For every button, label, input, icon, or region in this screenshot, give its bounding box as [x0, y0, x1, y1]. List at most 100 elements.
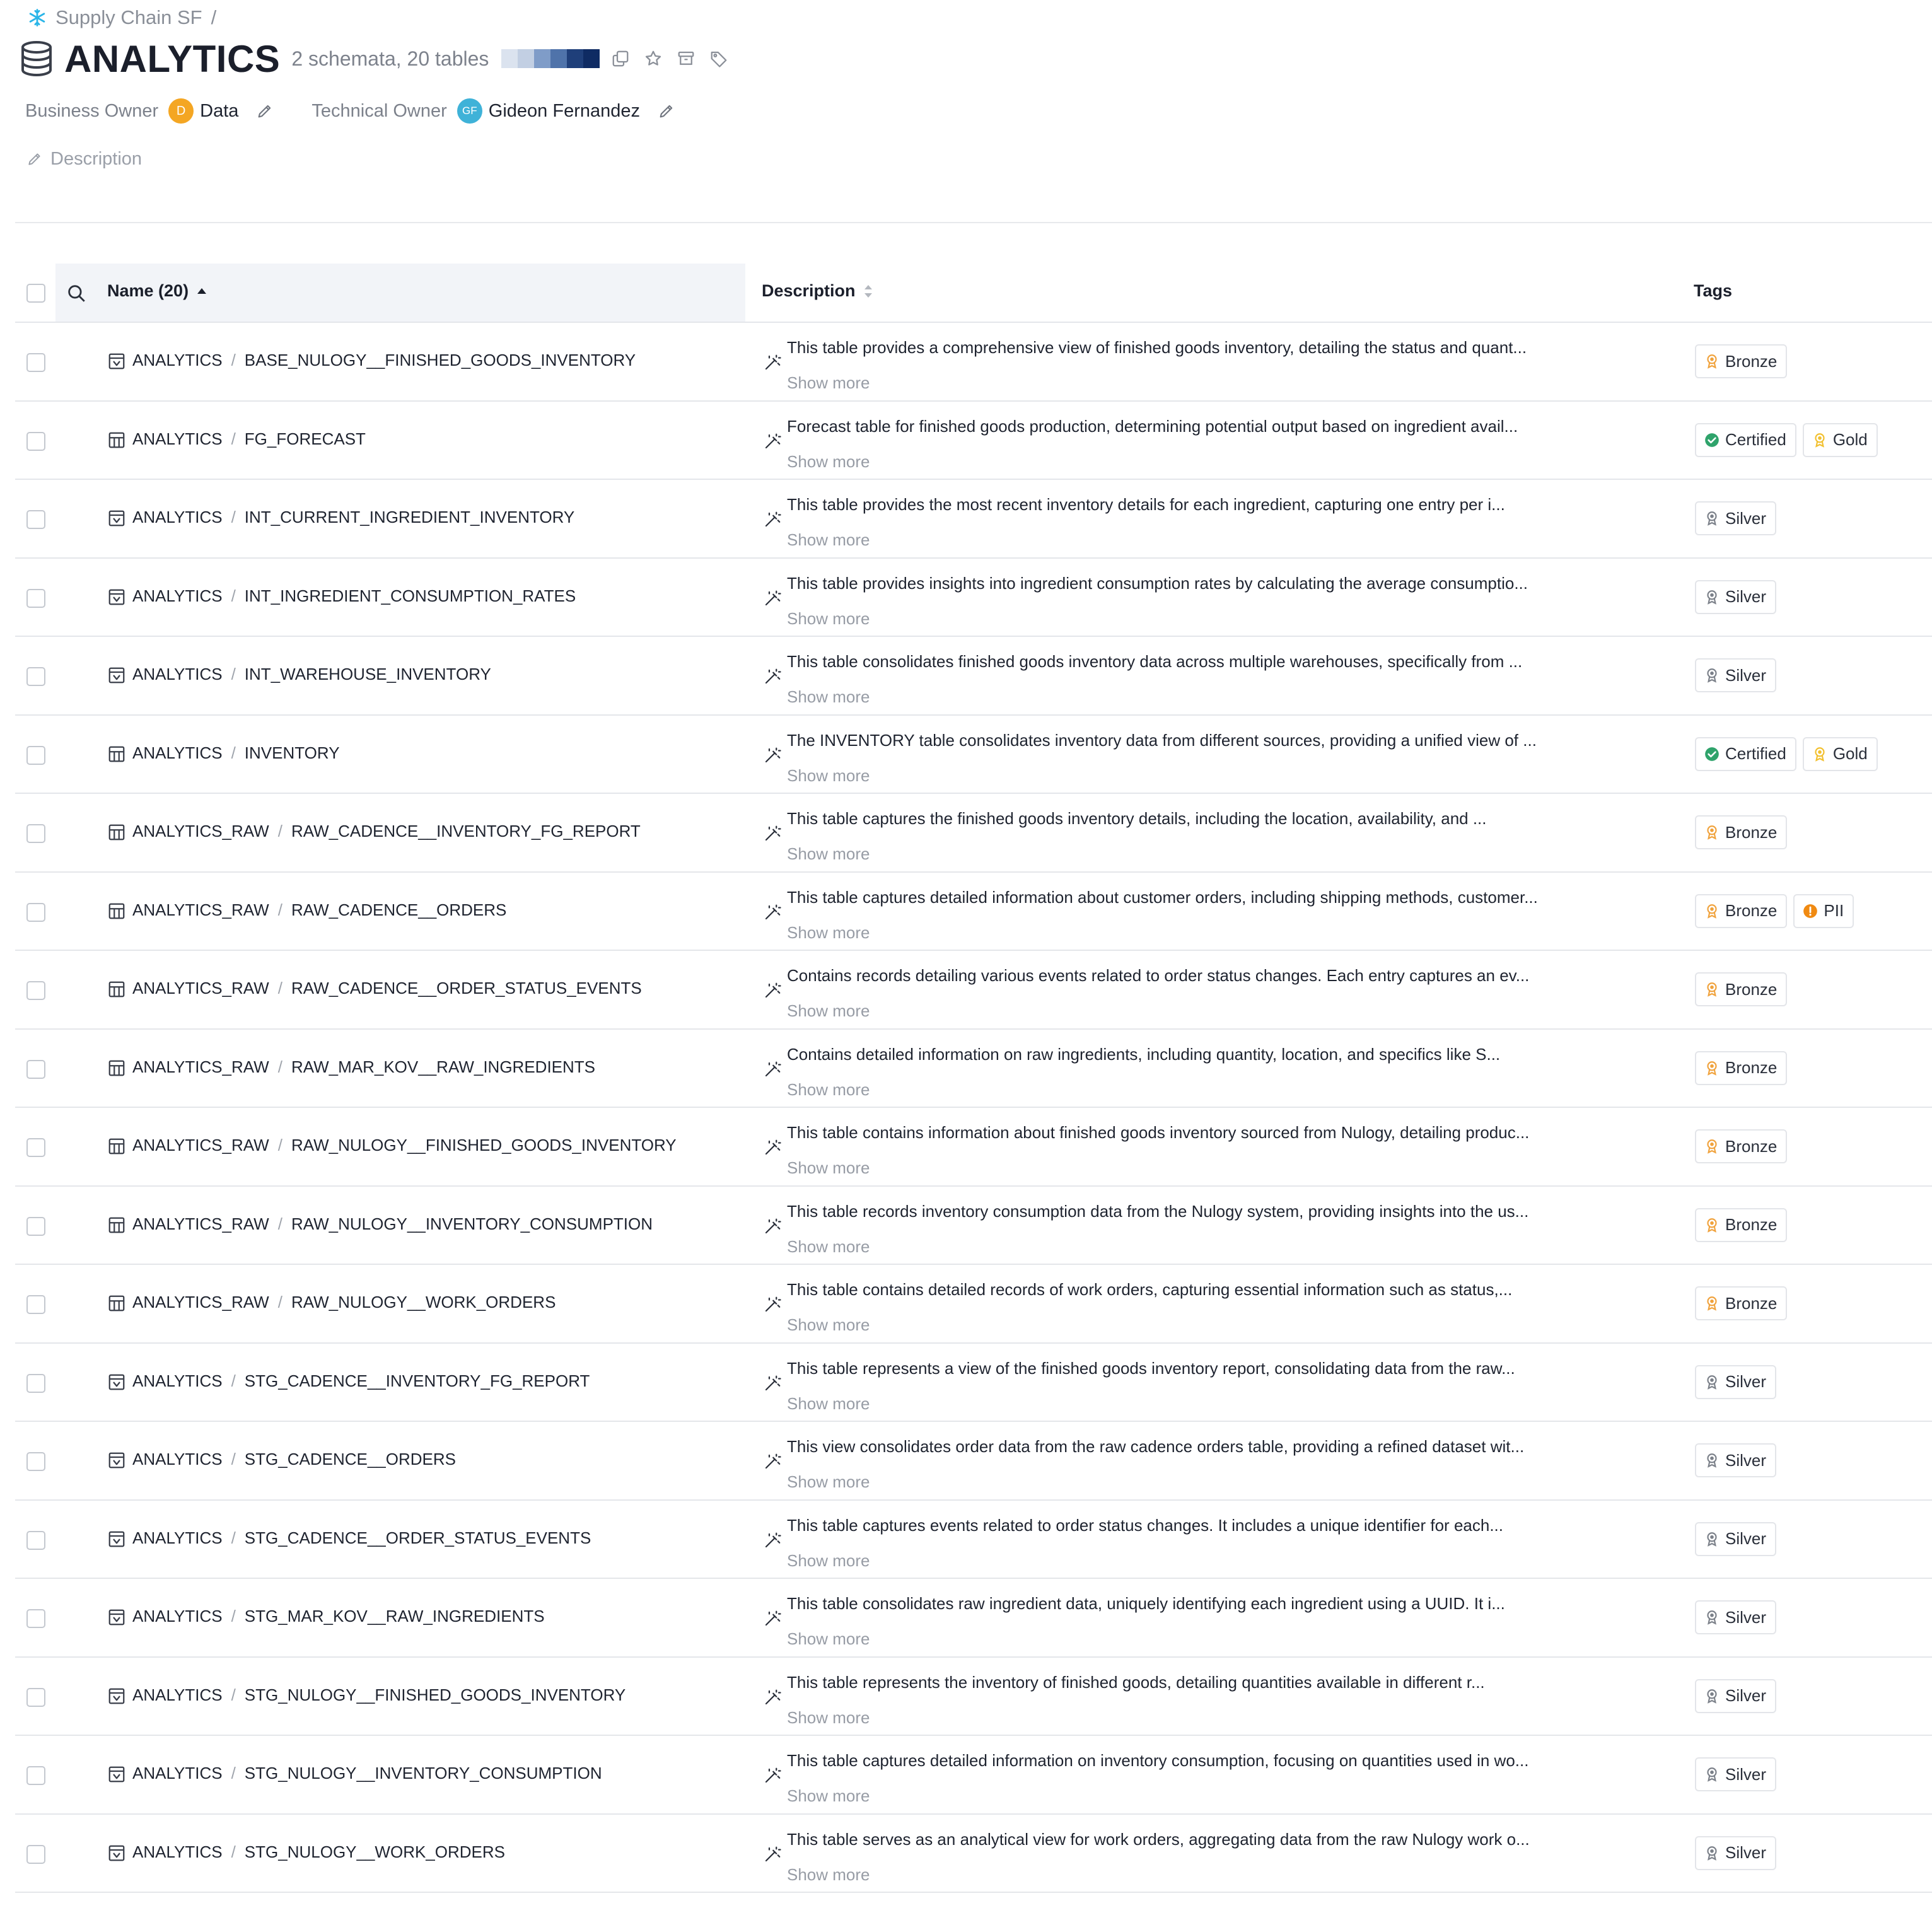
- tag-bronze[interactable]: Bronze: [1695, 1207, 1788, 1242]
- row-checkbox[interactable]: [26, 1452, 45, 1471]
- table-name-link[interactable]: ANALYTICS / STG_NULOGY__INVENTORY_CONSUMPT…: [132, 1764, 602, 1783]
- tag-icon[interactable]: [709, 49, 728, 68]
- show-more-link[interactable]: Show more: [787, 1394, 870, 1414]
- show-more-link[interactable]: Show more: [787, 1551, 870, 1571]
- tag-silver[interactable]: Silver: [1695, 1835, 1777, 1870]
- show-more-link[interactable]: Show more: [787, 844, 870, 864]
- tag-gold[interactable]: Gold: [1802, 422, 1878, 457]
- row-checkbox[interactable]: [26, 1844, 45, 1864]
- table-name-link[interactable]: ANALYTICS / STG_MAR_KOV__RAW_INGREDIENTS: [132, 1607, 545, 1626]
- show-more-link[interactable]: Show more: [787, 1315, 870, 1335]
- table-row[interactable]: ANALYTICS / STG_NULOGY__FINISHED_GOODS_INV…: [15, 1658, 1932, 1736]
- tag-bronze[interactable]: Bronze: [1695, 1129, 1788, 1163]
- tag-bronze[interactable]: Bronze: [1695, 815, 1788, 849]
- table-name-link[interactable]: ANALYTICS_RAW / RAW_MAR_KOV__RAW_INGREDIEN…: [132, 1057, 595, 1077]
- technical-owner-name[interactable]: Gideon Fernandez: [489, 101, 640, 122]
- table-row[interactable]: ANALYTICS / BASE_NULOGY__FINISHED_GOODS_IN…: [15, 323, 1932, 402]
- table-row[interactable]: ANALYTICS_RAW / RAW_MAR_KOV__RAW_INGREDIEN…: [15, 1030, 1932, 1108]
- row-checkbox[interactable]: [26, 431, 45, 451]
- show-more-link[interactable]: Show more: [787, 530, 870, 550]
- table-row[interactable]: ANALYTICS_RAW / RAW_NULOGY__INVENTORY_CONS…: [15, 1187, 1932, 1265]
- table-row[interactable]: ANALYTICS / INT_WAREHOUSE_INVENTORY This ta…: [15, 637, 1932, 716]
- show-more-link[interactable]: Show more: [787, 1708, 870, 1728]
- table-name-link[interactable]: ANALYTICS_RAW / RAW_CADENCE__ORDERS: [132, 900, 506, 920]
- show-more-link[interactable]: Show more: [787, 452, 870, 472]
- star-icon[interactable]: [644, 49, 663, 68]
- show-more-link[interactable]: Show more: [787, 923, 870, 943]
- tag-silver[interactable]: Silver: [1695, 1600, 1777, 1634]
- business-owner-name[interactable]: Data: [200, 101, 238, 122]
- tag-silver[interactable]: Silver: [1695, 579, 1777, 614]
- show-more-link[interactable]: Show more: [787, 373, 870, 393]
- row-checkbox[interactable]: [26, 1216, 45, 1236]
- tag-certified[interactable]: Certified: [1695, 422, 1796, 457]
- row-checkbox[interactable]: [26, 1687, 45, 1707]
- edit-business-owner-icon[interactable]: [256, 102, 274, 120]
- row-checkbox[interactable]: [26, 1766, 45, 1785]
- show-more-link[interactable]: Show more: [787, 687, 870, 707]
- table-name-link[interactable]: ANALYTICS / INT_INGREDIENT_CONSUMPTION_RAT…: [132, 586, 576, 606]
- table-name-link[interactable]: ANALYTICS / STG_NULOGY__WORK_ORDERS: [132, 1842, 505, 1862]
- row-checkbox[interactable]: [26, 1373, 45, 1393]
- table-row[interactable]: ANALYTICS / STG_CADENCE__ORDER_STATUS_EVEN…: [15, 1501, 1932, 1579]
- table-row[interactable]: ANALYTICS / INT_INGREDIENT_CONSUMPTION_RAT…: [15, 559, 1932, 637]
- table-name-link[interactable]: ANALYTICS_RAW / RAW_CADENCE__INVENTORY_FG_…: [132, 822, 641, 841]
- tag-silver[interactable]: Silver: [1695, 1364, 1777, 1399]
- table-row[interactable]: ANALYTICS / FG_FORECAST Forecast table for …: [15, 402, 1932, 480]
- table-row[interactable]: ANALYTICS_RAW / RAW_CADENCE__ORDERS This ta…: [15, 873, 1932, 951]
- table-name-link[interactable]: ANALYTICS_RAW / RAW_NULOGY__WORK_ORDERS: [132, 1293, 556, 1312]
- row-checkbox[interactable]: [26, 902, 45, 922]
- table-name-link[interactable]: ANALYTICS_RAW / RAW_NULOGY__INVENTORY_CONS…: [132, 1214, 653, 1234]
- tag-bronze[interactable]: Bronze: [1695, 344, 1788, 378]
- row-checkbox[interactable]: [26, 353, 45, 372]
- show-more-link[interactable]: Show more: [787, 1786, 870, 1806]
- table-name-link[interactable]: ANALYTICS / STG_NULOGY__FINISHED_GOODS_INV…: [132, 1685, 626, 1705]
- show-more-link[interactable]: Show more: [787, 1080, 870, 1100]
- table-row[interactable]: ANALYTICS_RAW / RAW_NULOGY__FINISHED_GOODS…: [15, 1108, 1932, 1187]
- row-checkbox[interactable]: [26, 1530, 45, 1550]
- tag-certified[interactable]: Certified: [1695, 736, 1796, 771]
- table-row[interactable]: ANALYTICS_RAW / RAW_CADENCE__ORDER_STATUS_…: [15, 951, 1932, 1030]
- show-more-link[interactable]: Show more: [787, 1629, 870, 1649]
- archive-icon[interactable]: [677, 49, 695, 68]
- column-header-name[interactable]: Name (20): [107, 281, 207, 301]
- table-row[interactable]: ANALYTICS / STG_NULOGY__INVENTORY_CONSUMPT…: [15, 1736, 1932, 1815]
- show-more-link[interactable]: Show more: [787, 1472, 870, 1492]
- row-checkbox[interactable]: [26, 667, 45, 686]
- table-name-link[interactable]: ANALYTICS / STG_CADENCE__ORDER_STATUS_EVEN…: [132, 1528, 591, 1548]
- table-row[interactable]: ANALYTICS / STG_CADENCE__ORDERS This view c…: [15, 1422, 1932, 1501]
- table-name-link[interactable]: ANALYTICS / STG_CADENCE__INVENTORY_FG_REPO…: [132, 1371, 590, 1391]
- table-row[interactable]: ANALYTICS / STG_CADENCE__INVENTORY_FG_REPO…: [15, 1344, 1932, 1422]
- row-checkbox[interactable]: [26, 588, 45, 608]
- tag-silver[interactable]: Silver: [1695, 1678, 1777, 1713]
- tag-silver[interactable]: Silver: [1695, 1521, 1777, 1556]
- row-checkbox[interactable]: [26, 1138, 45, 1157]
- row-checkbox[interactable]: [26, 510, 45, 529]
- row-checkbox[interactable]: [26, 1609, 45, 1628]
- table-name-link[interactable]: ANALYTICS / INVENTORY: [132, 743, 340, 763]
- table-row[interactable]: ANALYTICS / STG_NULOGY__WORK_ORDERS This ta…: [15, 1815, 1932, 1893]
- tag-bronze[interactable]: Bronze: [1695, 972, 1788, 1006]
- select-all-checkbox[interactable]: [26, 284, 45, 303]
- copy-icon[interactable]: [611, 49, 630, 68]
- tag-silver[interactable]: Silver: [1695, 501, 1777, 535]
- table-name-link[interactable]: ANALYTICS / FG_FORECAST: [132, 429, 366, 449]
- tag-bronze[interactable]: Bronze: [1695, 1286, 1788, 1320]
- table-name-link[interactable]: ANALYTICS / INT_CURRENT_INGREDIENT_INVENTO…: [132, 508, 574, 527]
- show-more-link[interactable]: Show more: [787, 766, 870, 786]
- table-name-link[interactable]: ANALYTICS_RAW / RAW_NULOGY__FINISHED_GOODS…: [132, 1136, 677, 1155]
- search-icon[interactable]: [66, 282, 87, 304]
- show-more-link[interactable]: Show more: [787, 1158, 870, 1178]
- show-more-link[interactable]: Show more: [787, 1237, 870, 1257]
- row-checkbox[interactable]: [26, 745, 45, 765]
- row-checkbox[interactable]: [26, 981, 45, 1000]
- table-row[interactable]: ANALYTICS / INVENTORY The INVENTORY table c…: [15, 716, 1932, 794]
- tag-silver[interactable]: Silver: [1695, 1757, 1777, 1791]
- column-header-description[interactable]: Description: [762, 281, 873, 301]
- tag-silver[interactable]: Silver: [1695, 1443, 1777, 1477]
- table-name-link[interactable]: ANALYTICS / STG_CADENCE__ORDERS: [132, 1450, 456, 1469]
- table-row[interactable]: ANALYTICS_RAW / RAW_CADENCE__INVENTORY_FG_…: [15, 794, 1932, 873]
- show-more-link[interactable]: Show more: [787, 1001, 870, 1021]
- tag-bronze[interactable]: Bronze: [1695, 893, 1788, 928]
- tag-pii[interactable]: PII: [1793, 893, 1854, 928]
